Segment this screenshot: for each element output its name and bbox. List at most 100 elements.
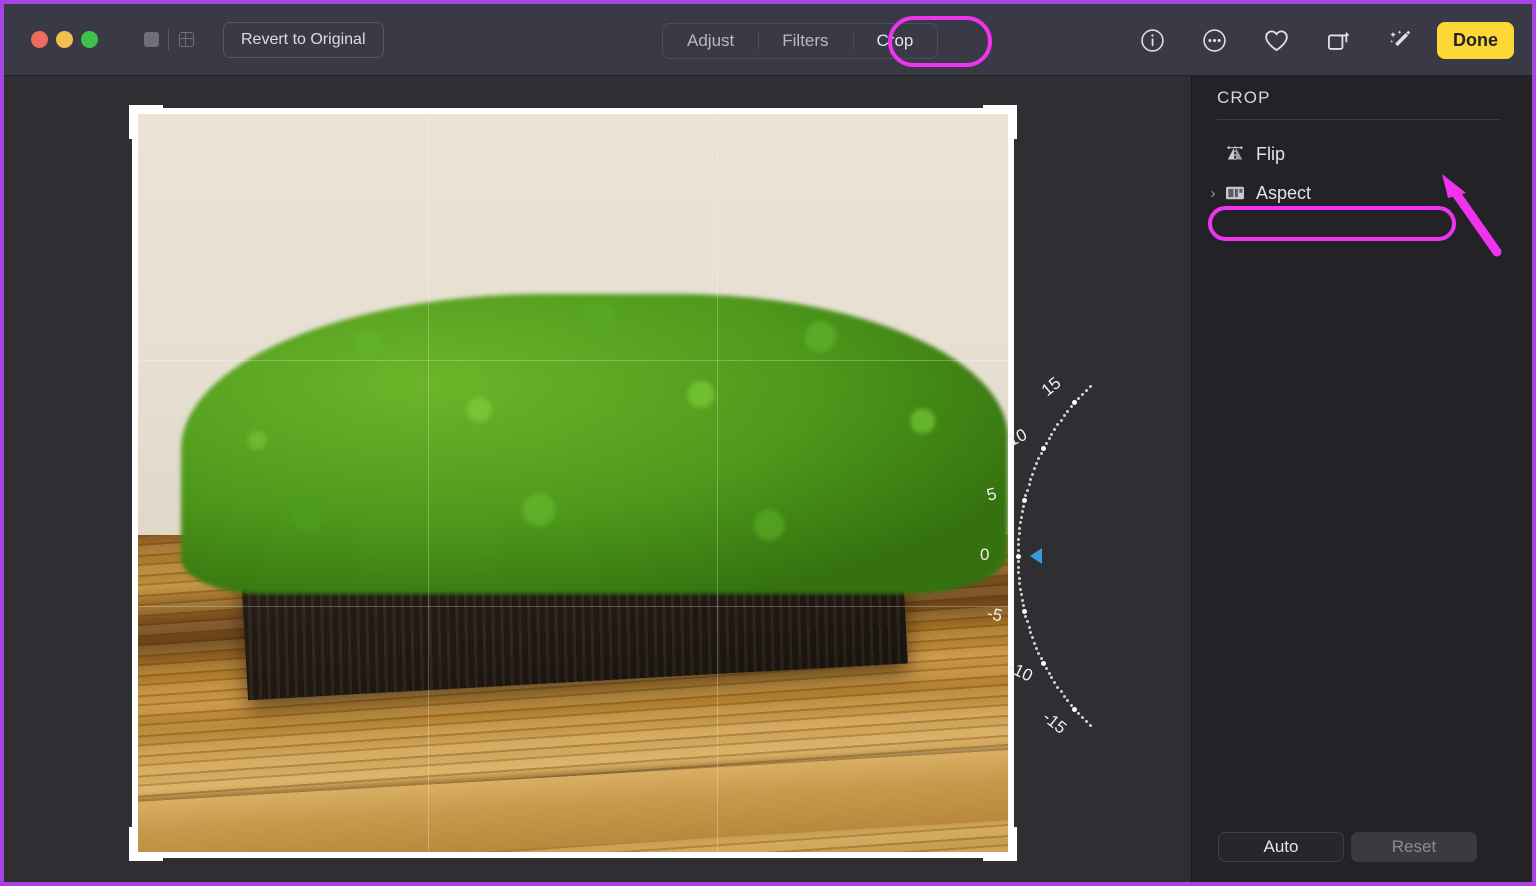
dial-major-tick <box>1022 498 1028 504</box>
auto-enhance-wand-icon <box>1389 29 1410 46</box>
crop-handle-bottom-right[interactable] <box>983 852 1017 861</box>
crop-options-sidebar: CROP Flip › Aspect Auto Reset <box>1191 76 1532 882</box>
favorite-button[interactable] <box>1245 4 1307 76</box>
dial-label-minus15: -15 <box>1039 707 1071 738</box>
rotate-button[interactable] <box>1307 4 1369 76</box>
auto-button[interactable]: Auto <box>1218 832 1344 862</box>
done-button[interactable]: Done <box>1437 21 1514 59</box>
crop-handle-bottom-left[interactable] <box>129 852 163 861</box>
dial-minor-tick <box>1017 532 1021 536</box>
dial-minor-tick <box>1059 418 1063 422</box>
dial-minor-tick <box>1021 604 1025 608</box>
zoom-window-button[interactable] <box>81 31 98 48</box>
dial-minor-tick <box>1047 671 1051 675</box>
dial-minor-tick <box>1024 493 1028 497</box>
crop-handle-top-left-v[interactable] <box>129 105 138 139</box>
auto-enhance-button[interactable] <box>1369 4 1431 76</box>
info-icon <box>1140 28 1164 52</box>
dial-minor-tick <box>1031 636 1035 640</box>
tab-crop-label: Crop <box>876 31 914 50</box>
dial-minor-tick <box>1050 432 1054 436</box>
dial-minor-tick <box>1020 510 1024 514</box>
dial-minor-tick <box>1076 712 1080 716</box>
filled-square-icon <box>143 32 159 47</box>
crop-handle-top-right[interactable] <box>983 105 1017 114</box>
dial-minor-tick <box>1056 685 1060 689</box>
dial-minor-tick <box>1053 681 1057 685</box>
dial-minor-tick <box>1069 405 1073 409</box>
dial-minor-tick <box>1018 587 1022 591</box>
favorite-heart-icon <box>1264 29 1288 51</box>
dial-minor-tick <box>1059 690 1063 694</box>
dial-major-tick <box>1072 707 1078 713</box>
single-view-button[interactable] <box>136 25 166 55</box>
dial-minor-tick <box>1019 515 1023 519</box>
dial-minor-tick <box>1016 543 1020 547</box>
more-options-button[interactable] <box>1183 4 1245 76</box>
dial-minor-tick <box>1017 571 1021 575</box>
rotation-angle-dial[interactable]: 15 10 5 0 -5 -10 -15 <box>980 373 1114 738</box>
minimize-window-button[interactable] <box>56 31 73 48</box>
dial-minor-tick <box>1017 537 1021 541</box>
auto-button-label: Auto <box>1263 837 1299 856</box>
dial-minor-tick <box>1025 620 1029 624</box>
dial-minor-tick <box>1069 703 1073 707</box>
sidebar-row-aspect[interactable]: › Aspect <box>1204 174 1512 212</box>
close-window-button[interactable] <box>31 31 48 48</box>
rotate-icon <box>1327 31 1349 50</box>
tab-filters[interactable]: Filters <box>758 24 852 58</box>
dial-minor-tick <box>1084 720 1088 724</box>
dial-minor-tick <box>1020 598 1024 602</box>
dial-minor-tick <box>1066 409 1070 413</box>
revert-to-original-label: Revert to Original <box>241 30 366 48</box>
dial-minor-tick <box>1016 565 1020 569</box>
done-button-label: Done <box>1453 29 1498 50</box>
crop-handle-bottom-right-v[interactable] <box>1008 827 1017 861</box>
photos-editor-window: Revert to Original Adjust Filters Crop D… <box>0 0 1536 886</box>
dial-minor-tick <box>1088 724 1092 728</box>
tab-crop[interactable]: Crop <box>852 24 938 58</box>
dial-major-tick <box>1015 553 1021 559</box>
dial-major-tick <box>1041 446 1047 452</box>
grid-square-icon <box>178 32 194 47</box>
dial-minor-tick <box>1029 477 1033 481</box>
editor-canvas: 15 10 5 0 -5 -10 -15 <box>4 76 1195 882</box>
view-mode-toggle-group <box>136 25 201 55</box>
dial-minor-tick <box>1016 548 1020 552</box>
crop-frame[interactable] <box>129 105 1017 861</box>
sidebar-row-flip-label: Flip <box>1256 143 1286 164</box>
sidebar-row-flip[interactable]: Flip <box>1204 135 1512 173</box>
tab-adjust-label: Adjust <box>687 31 735 50</box>
dial-minor-tick <box>1018 521 1022 525</box>
toolbar-right-actions: Done <box>1121 4 1532 76</box>
crop-handle-top-left[interactable] <box>129 105 163 114</box>
reset-button-label: Reset <box>1391 837 1437 856</box>
info-button[interactable] <box>1121 4 1183 76</box>
dial-minor-tick <box>1035 462 1039 466</box>
sidebar-section-title: CROP <box>1217 88 1271 107</box>
dial-minor-tick <box>1031 472 1035 476</box>
dial-minor-tick <box>1076 396 1080 400</box>
traffic-light-controls <box>31 31 98 48</box>
aspect-icon <box>1222 184 1248 202</box>
dial-label-15: 15 <box>1037 373 1065 401</box>
photo-moss-texture <box>155 209 1008 594</box>
dial-minor-tick <box>1066 699 1070 703</box>
dial-major-tick <box>1072 399 1078 405</box>
grid-view-button[interactable] <box>171 25 201 55</box>
dial-minor-tick <box>1053 427 1057 431</box>
tab-filters-label: Filters <box>782 31 829 50</box>
dial-minor-tick <box>1018 526 1022 530</box>
sidebar-row-aspect-label: Aspect <box>1256 182 1312 203</box>
crop-handle-top-right-v[interactable] <box>1008 105 1017 139</box>
dial-minor-tick <box>1056 423 1060 427</box>
dial-minor-tick <box>1033 467 1037 471</box>
dial-minor-tick <box>1062 694 1066 698</box>
crop-handle-bottom-left-v[interactable] <box>129 827 138 861</box>
tab-adjust[interactable]: Adjust <box>663 24 758 58</box>
dial-minor-tick <box>1018 582 1022 586</box>
reset-button[interactable]: Reset <box>1351 832 1477 862</box>
revert-to-original-button[interactable]: Revert to Original <box>223 21 384 58</box>
chevron-right-icon[interactable]: › <box>1204 185 1222 202</box>
dial-minor-tick <box>1080 392 1084 396</box>
